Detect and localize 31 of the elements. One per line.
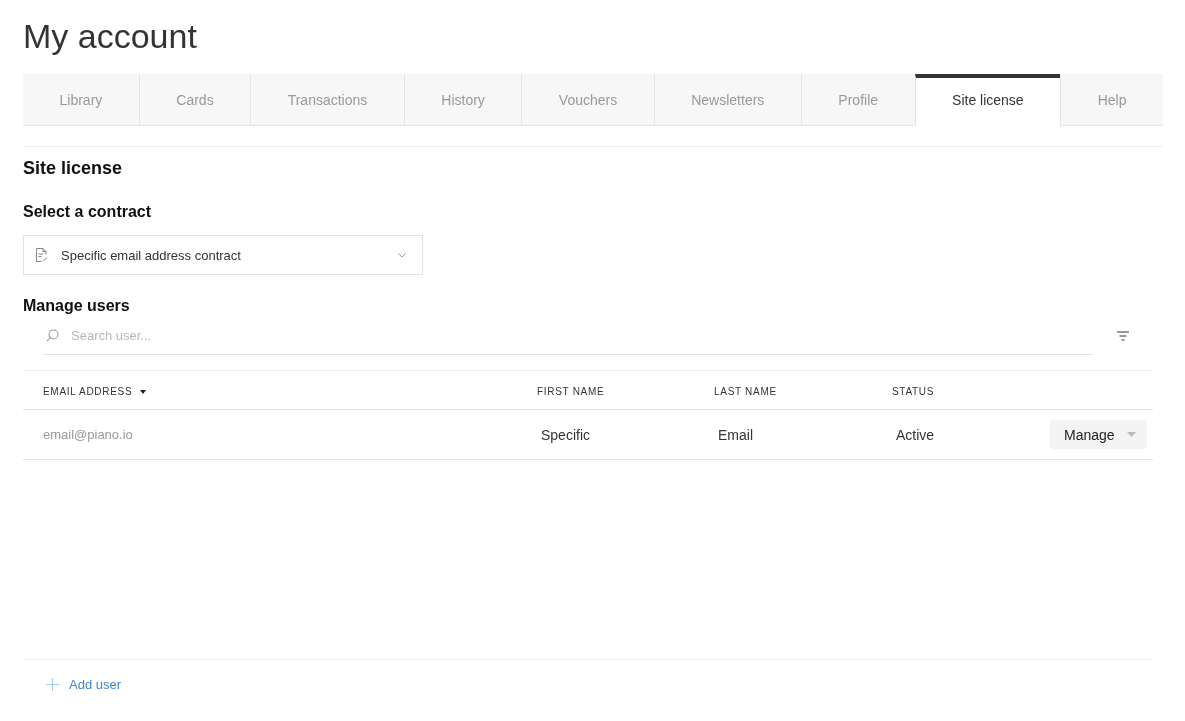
plus-icon [46,678,59,691]
table-cell: Active [896,426,935,443]
caret-icon [1126,432,1136,437]
document-icon [35,248,48,262]
column-header[interactable]: EMAIL ADDRESS [43,383,147,397]
column-header[interactable]: FIRST NAME [537,383,605,397]
section-title: Site license [23,157,123,179]
manage-users-title: Manage users [23,296,130,316]
tab[interactable]: Cards [138,74,251,126]
column-header[interactable]: LAST NAME [714,383,777,397]
page-title: My account [23,16,197,56]
tab[interactable]: Vouchers [521,74,654,126]
contract-label: Select a contract [23,202,152,222]
tab[interactable]: Newsletters [653,74,801,126]
tab[interactable]: History [403,74,522,126]
tab[interactable]: Site license [914,74,1061,126]
contract-dropdown[interactable]: Specific email address contract [23,235,423,275]
tab[interactable]: Transactions [250,74,404,126]
manage-button[interactable]: Manage [1050,420,1147,449]
tab[interactable]: Help [1060,74,1163,126]
filter-icon[interactable] [1117,330,1129,341]
tab[interactable]: Library [23,74,139,126]
add-user-link[interactable]: Add user [46,677,122,692]
search-field[interactable]: Search user... [43,316,1093,355]
table-cell: Email [718,426,753,443]
tab[interactable]: Profile [800,74,915,126]
search-icon [46,329,59,342]
column-header[interactable]: STATUS [892,383,935,397]
chevron-down-icon [398,252,406,258]
table-cell: email@piano.io [43,427,133,442]
table-cell: Specific [541,426,591,443]
